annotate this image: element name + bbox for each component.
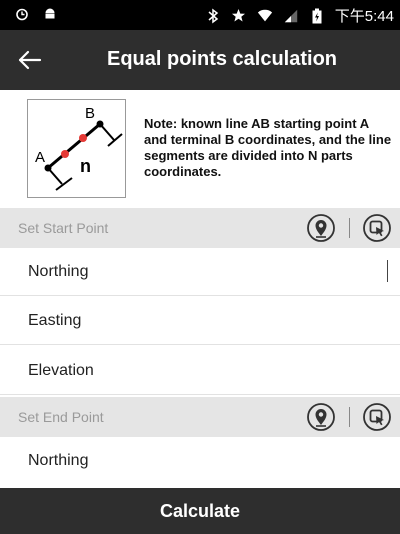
battery-icon	[309, 8, 325, 24]
point-select-icon	[363, 403, 391, 431]
end-northing-input[interactable]	[130, 443, 390, 479]
start-point-title: Set Start Point	[18, 220, 109, 236]
location-pin-icon	[307, 214, 335, 242]
signal-icon	[283, 8, 299, 24]
label-a: A	[35, 149, 45, 166]
alarm-icon	[14, 6, 30, 22]
end-northing-field[interactable]: Northing	[0, 437, 400, 485]
end-point-title: Set End Point	[18, 409, 104, 425]
start-easting-label: Easting	[28, 312, 82, 329]
start-point-pick-button[interactable]	[361, 212, 393, 244]
end-point-locate-button[interactable]	[305, 401, 337, 433]
calculate-button[interactable]: Calculate	[0, 488, 400, 534]
android-icon	[42, 6, 58, 22]
start-elevation-field[interactable]: Elevation	[0, 347, 400, 395]
start-point-header: Set Start Point	[0, 208, 400, 248]
star-icon	[231, 8, 247, 24]
note-panel: A B n Note: known line AB starting point…	[0, 90, 400, 208]
text-cursor	[387, 260, 388, 282]
start-easting-input[interactable]	[130, 303, 390, 339]
start-northing-label: Northing	[28, 263, 89, 280]
app-bar: Equal points calculation	[0, 30, 400, 90]
division-point-1	[61, 150, 69, 158]
start-northing-input[interactable]	[130, 254, 390, 290]
note-text: Note: known line AB starting point A and…	[144, 116, 392, 179]
line-division-diagram: A B n	[27, 99, 126, 198]
end-point-header: Set End Point	[0, 397, 400, 437]
division-point-2	[79, 134, 87, 142]
start-northing-field[interactable]: Northing	[0, 248, 400, 296]
point-a	[44, 164, 52, 172]
line-segment-ab	[47, 122, 101, 170]
start-elevation-label: Elevation	[28, 362, 94, 379]
section-divider	[349, 407, 350, 427]
wifi-icon	[257, 8, 273, 24]
label-b: B	[85, 105, 95, 122]
end-point-pick-button[interactable]	[361, 401, 393, 433]
bluetooth-icon	[205, 8, 221, 24]
point-select-icon	[363, 214, 391, 242]
point-b	[96, 120, 104, 128]
location-pin-icon	[307, 403, 335, 431]
label-n: n	[80, 156, 91, 176]
start-easting-field[interactable]: Easting	[0, 297, 400, 345]
status-bar: 下午5:44	[0, 0, 400, 30]
start-elevation-input[interactable]	[130, 353, 390, 389]
end-northing-label: Northing	[28, 452, 89, 469]
clock-time: 下午5:44	[334, 8, 394, 25]
section-divider	[349, 218, 350, 238]
start-point-locate-button[interactable]	[305, 212, 337, 244]
page-title: Equal points calculation	[106, 48, 338, 70]
